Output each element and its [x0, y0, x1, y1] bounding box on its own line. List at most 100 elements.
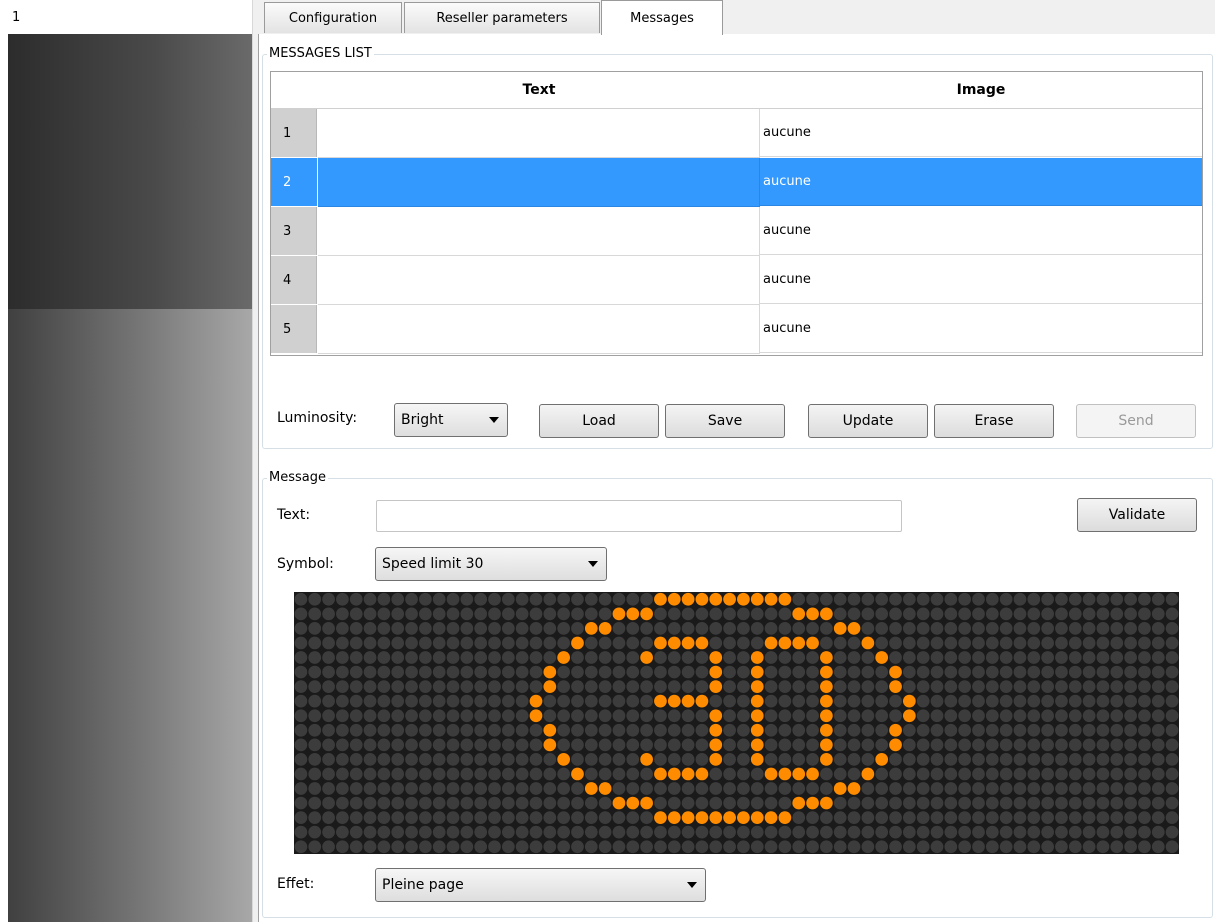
led-dot-on [737, 592, 750, 606]
row-text-cell[interactable] [318, 207, 760, 256]
tab-messages[interactable]: Messages [601, 0, 723, 35]
row-number[interactable]: 5 [271, 305, 317, 353]
load-button[interactable]: Load [539, 404, 659, 438]
luminosity-select[interactable]: Bright [394, 403, 508, 437]
row-number[interactable]: 1 [271, 109, 317, 157]
led-dot-off [446, 636, 460, 650]
table-row[interactable]: 5 aucune [271, 305, 1202, 354]
row-image-cell[interactable]: aucune [760, 207, 1202, 255]
led-dot-off [916, 709, 930, 723]
led-dot-off [515, 592, 529, 606]
row-number[interactable]: 3 [271, 207, 317, 255]
led-dot-off [363, 694, 377, 708]
led-dot-off [1055, 738, 1068, 752]
led-dot-off [1068, 767, 1082, 781]
preview-block-bottom[interactable] [8, 309, 252, 922]
led-dot-off [1041, 651, 1054, 664]
text-label: Text: [277, 507, 311, 523]
led-dot-off [308, 796, 322, 810]
led-dot-off [985, 753, 999, 766]
row-image-cell[interactable]: aucune [760, 305, 1202, 353]
led-dot-off [889, 825, 902, 839]
tab-reseller-parameters[interactable]: Reseller parameters [404, 2, 600, 33]
led-dot-off [1124, 738, 1137, 752]
update-button[interactable]: Update [808, 404, 928, 438]
validate-button[interactable]: Validate [1077, 498, 1197, 532]
table-row[interactable]: 3 aucune [271, 207, 1202, 256]
led-dot-off [1110, 753, 1124, 766]
led-dot-off [806, 680, 819, 693]
led-dot-off [612, 592, 626, 606]
row-text-cell[interactable] [318, 305, 760, 354]
led-dot-off [571, 665, 584, 679]
led-dot-off [764, 680, 778, 693]
row-image-cell[interactable]: aucune [760, 158, 1202, 206]
led-dot-off [972, 723, 985, 737]
led-dot-off [557, 767, 571, 781]
led-dot-off [681, 607, 695, 621]
table-row[interactable]: 1 aucune [271, 109, 1202, 158]
led-dot-off [902, 796, 916, 810]
row-text-cell[interactable] [318, 109, 760, 158]
led-dot-off [944, 723, 958, 737]
led-dot-off [737, 636, 750, 650]
row-image-cell[interactable]: aucune [760, 256, 1202, 304]
row-text-cell[interactable] [318, 256, 760, 305]
led-dot-off [557, 782, 571, 795]
row-number[interactable]: 2 [271, 158, 317, 206]
led-dot-off [432, 767, 446, 781]
send-button[interactable]: Send [1076, 404, 1196, 438]
led-dot-off [1041, 709, 1054, 723]
led-dot-off [1165, 694, 1179, 708]
column-header-image[interactable]: Image [760, 72, 1202, 109]
row-image-cell[interactable]: aucune [760, 109, 1202, 157]
led-dot-off [349, 753, 363, 766]
led-dot-off [584, 723, 598, 737]
led-dot-off [488, 840, 501, 854]
preview-block-top[interactable] [8, 34, 252, 311]
led-dot-on [709, 651, 723, 664]
symbol-select[interactable]: Speed limit 30 [375, 547, 607, 581]
row-text-cell[interactable] [318, 158, 760, 207]
led-dot-off [972, 665, 985, 679]
led-dot-off [598, 592, 612, 606]
led-dot-off [488, 723, 501, 737]
led-dot-off [930, 811, 944, 824]
led-dot-off [1082, 840, 1096, 854]
led-dot-off [294, 592, 308, 606]
led-dot-off [889, 811, 902, 824]
led-dot-off [446, 738, 460, 752]
save-button[interactable]: Save [665, 404, 785, 438]
led-dot-off [972, 840, 985, 854]
led-dot-off [446, 782, 460, 795]
luminosity-label: Luminosity: [277, 410, 358, 426]
led-dot-off [944, 665, 958, 679]
led-dot-off [792, 592, 806, 606]
led-dot-off [584, 767, 598, 781]
tab-configuration[interactable]: Configuration [264, 2, 402, 33]
table-row[interactable]: 4 aucune [271, 256, 1202, 305]
table-row-selected[interactable]: 2 aucune [271, 158, 1202, 207]
led-dot-off [958, 592, 972, 606]
led-dot-off [419, 723, 432, 737]
led-dot-off [1055, 825, 1068, 839]
led-dot-on [598, 782, 612, 795]
row-number[interactable]: 4 [271, 256, 317, 304]
led-dot-on [723, 811, 736, 824]
led-dot-off [529, 680, 543, 693]
led-dot-off [488, 767, 501, 781]
erase-button[interactable]: Erase [934, 404, 1054, 438]
effect-select[interactable]: Pleine page [375, 868, 706, 902]
led-dot-off [349, 680, 363, 693]
led-dot-off [336, 592, 349, 606]
message-text-input[interactable] [376, 500, 902, 532]
led-dot-off [985, 782, 999, 795]
led-dot-off [833, 840, 847, 854]
led-dot-off [571, 753, 584, 766]
led-dot-off [432, 796, 446, 810]
column-header-text[interactable]: Text [318, 72, 761, 109]
led-matrix-svg [294, 592, 1179, 854]
led-dot-on [750, 811, 764, 824]
led-dot-off [501, 592, 515, 606]
led-dot-off [1027, 738, 1041, 752]
